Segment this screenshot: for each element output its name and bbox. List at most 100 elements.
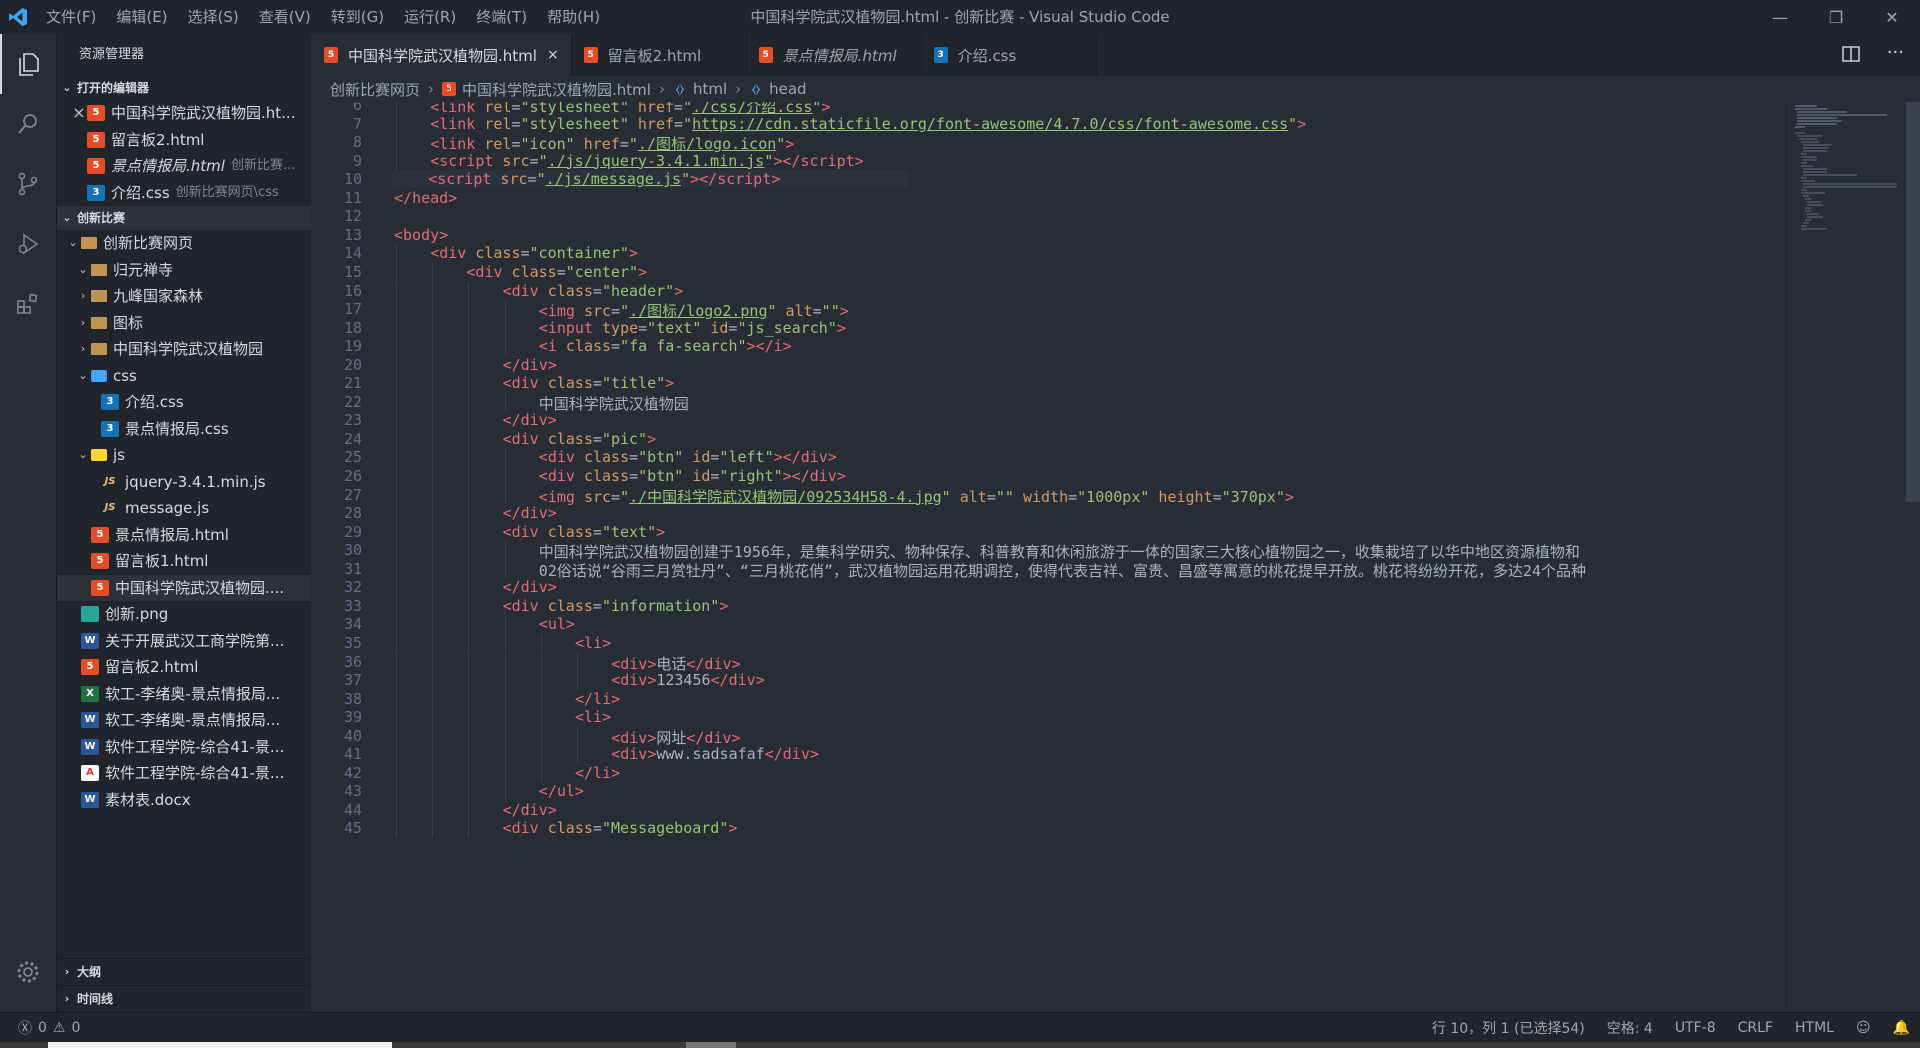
open-editor-item[interactable]: × 5 中国科学院武汉植物园.ht... [57,100,311,127]
source-control-icon[interactable] [0,154,56,214]
feedback-icon[interactable]: ☺ [1856,1020,1871,1036]
folder-item[interactable]: › 九峰国家森林 [57,283,311,310]
manage-gear-icon[interactable] [0,942,56,1002]
breadcrumb-item[interactable]: 中国科学院武汉植物园.html [462,79,651,100]
file-item[interactable]: JS jquery-3.4.1.min.js [57,469,311,496]
code-line[interactable]: <li> [394,634,611,652]
file-item[interactable]: W 关于开展武汉工商学院第... [57,628,311,655]
editor-tab[interactable]: 3 介绍.css [922,34,1097,76]
open-editor-item[interactable]: 5 景点情报局.html 创新比赛... [57,153,311,180]
code-line[interactable]: <div class="pic"> [394,430,657,448]
taskbar-item[interactable] [48,1042,392,1048]
folder-item[interactable]: ⌄ 归元禅寺 [57,257,311,284]
code-line[interactable]: <li> [394,708,611,726]
code-line[interactable]: <ul> [394,615,575,633]
file-item[interactable]: X 软工-李绪奥-景点情报局... [57,681,311,708]
file-item[interactable]: A 软件工程学院-综合41-景... [57,760,311,787]
folder-item[interactable]: › 图标 [57,310,311,337]
indentation[interactable]: 空格: 4 [1607,1018,1653,1038]
menu-item[interactable]: 查看(V) [249,0,321,34]
code-line[interactable]: <script src="./js/jquery-3.4.1.min.js"><… [394,152,864,170]
file-item[interactable]: W 软件工程学院-综合41-景... [57,734,311,761]
explorer-icon[interactable] [0,34,56,94]
menu-item[interactable]: 终端(T) [466,0,537,34]
taskbar-item[interactable] [686,1042,736,1048]
code-line[interactable]: <script src="./js/message.js"></script> [392,170,909,189]
code-editor[interactable]: 6 <link rel="stylesheet" href="./css/介绍.c… [312,102,1786,1012]
scrollbar-thumb[interactable] [1906,102,1920,502]
cursor-position[interactable]: 行 10，列 1 (已选择54) [1432,1018,1585,1038]
notifications-icon[interactable]: 🔔 [1893,1020,1910,1036]
minimap[interactable] [1786,102,1907,1012]
editor-tab[interactable]: 5 景点情报局.html [747,34,922,76]
menu-item[interactable]: 文件(F) [36,0,106,34]
file-item[interactable]: 5 中国科学院武汉植物园.... [57,574,311,601]
code-line[interactable]: <div class="information"> [394,597,729,615]
code-line[interactable]: <div class="text"> [394,523,666,541]
search-icon[interactable] [0,94,56,154]
file-item[interactable]: 3 介绍.css [57,389,311,416]
file-item[interactable]: 5 景点情报局.html [57,522,311,549]
code-line[interactable]: <div>www.sadsafaf</div> [394,745,819,763]
breadcrumb-item[interactable]: 创新比赛网页 [330,79,420,100]
code-line[interactable]: <i class="fa fa-search"></i> [394,337,792,355]
file-item[interactable]: W 素材表.docx [57,787,311,814]
code-line[interactable]: </div> [394,411,557,429]
editor-tab[interactable]: 5 中国科学院武汉植物园.html × [312,34,572,76]
folder-item[interactable]: ⌄ 创新比赛网页 [57,230,311,257]
code-line[interactable]: <div class="btn" id="right"></div> [394,467,846,485]
menu-item[interactable]: 编辑(E) [106,0,177,34]
code-line[interactable]: <div class="center"> [394,263,647,281]
code-line[interactable]: <div class="title"> [394,374,675,392]
file-item[interactable]: JS message.js [57,495,311,522]
code-line[interactable]: </div> [394,504,557,522]
language-mode[interactable]: HTML [1795,1020,1834,1036]
code-line[interactable]: </li> [394,690,620,708]
menu-item[interactable]: 运行(R) [394,0,466,34]
timeline-header[interactable]: › 时间线 [57,985,311,1012]
menu-item[interactable]: 帮助(H) [537,0,610,34]
open-editor-item[interactable]: 3 介绍.css 创新比赛网页\css [57,180,311,207]
restore-icon[interactable]: ❐ [1808,0,1864,34]
workspace-header[interactable]: ⌄ 创新比赛 [57,206,311,230]
file-item[interactable]: 3 景点情报局.css [57,416,311,443]
code-line[interactable]: <div class="container"> [394,244,638,262]
file-item[interactable]: 5 留言板1.html [57,548,311,575]
more-actions-icon[interactable]: ··· [1887,42,1904,63]
menu-item[interactable]: 选择(S) [178,0,249,34]
menu-item[interactable]: 转到(G) [321,0,394,34]
folder-item[interactable]: ⌄ js [57,442,311,469]
outline-header[interactable]: › 大纲 [57,958,311,985]
code-line[interactable]: <div class="btn" id="left"></div> [394,448,837,466]
folder-item[interactable]: ⌄ css [57,363,311,390]
minimize-icon[interactable]: — [1752,0,1808,34]
editor-tab[interactable]: 5 留言板2.html [572,34,747,76]
close-tab-icon[interactable]: × [547,47,559,63]
breadcrumb-item[interactable]: head [769,80,806,98]
code-line[interactable]: <div>123456</div> [394,671,765,689]
close-icon[interactable]: × [71,100,87,127]
code-line[interactable]: </div> [394,801,557,819]
breadcrumb-item[interactable]: html [693,80,727,98]
code-line[interactable]: <div class="Messageboard"> [394,819,738,837]
open-editors-header[interactable]: ⌄ 打开的编辑器 [57,76,311,100]
code-line[interactable]: </head> [394,189,457,207]
file-item[interactable]: W 软工-李绪奥-景点情报局... [57,707,311,734]
code-line[interactable]: <link rel="stylesheet" href="https://cdn… [394,115,1306,133]
code-line[interactable]: </div> [394,356,557,374]
code-line[interactable]: </li> [394,764,620,782]
line-ending[interactable]: CRLF [1738,1020,1773,1036]
extensions-icon[interactable] [0,274,56,334]
file-item[interactable]: 创新.png [57,601,311,628]
folder-item[interactable]: › 中国科学院武汉植物园 [57,336,311,363]
code-line[interactable]: 02俗话说“谷雨三月赏牡丹”、“三月桃花俏”，武汉植物园运用花期调控，使得代表吉… [394,560,1586,581]
code-line[interactable]: <input type="text" id="js_search"> [394,319,846,337]
code-line[interactable]: </ul> [394,782,584,800]
vertical-scrollbar[interactable] [1906,102,1920,1012]
file-item[interactable]: 5 留言板2.html [57,654,311,681]
split-editor-icon[interactable] [1842,46,1860,66]
open-editor-item[interactable]: 5 留言板2.html [57,127,311,154]
run-debug-icon[interactable] [0,214,56,274]
encoding[interactable]: UTF-8 [1675,1020,1716,1036]
problems-indicator[interactable]: Ⓧ 0 ⚠ 0 [0,1018,80,1038]
